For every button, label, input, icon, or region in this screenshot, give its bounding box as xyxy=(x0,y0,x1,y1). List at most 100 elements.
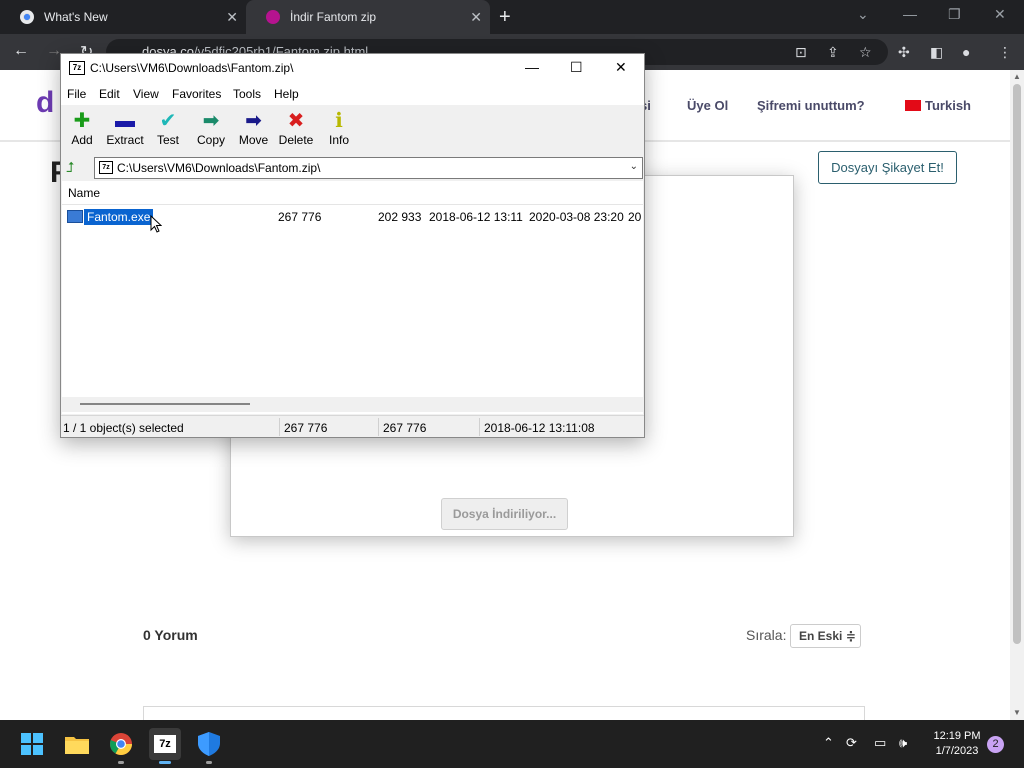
comments-title: 0 Yorum xyxy=(143,627,198,643)
downloading-button[interactable]: Dosya İndiriliyor... xyxy=(441,498,568,530)
scroll-up-icon[interactable]: ▲ xyxy=(1013,72,1021,81)
info-button[interactable]: ℹ Info xyxy=(327,109,351,147)
7zip-statusbar: 1 / 1 object(s) selected 267 776 267 776… xyxy=(61,415,644,437)
7zip-taskbar-button[interactable]: 7z xyxy=(149,728,181,764)
site-logo[interactable]: d xyxy=(36,86,54,120)
back-icon[interactable]: ← xyxy=(13,42,29,60)
tool-label: Add xyxy=(71,133,93,147)
status-total: 267 776 xyxy=(383,421,427,435)
delete-button[interactable]: ✖ Delete xyxy=(278,109,314,147)
test-button[interactable]: ✔ Test xyxy=(155,109,181,147)
tool-label: Delete xyxy=(278,133,314,147)
file-explorer-button[interactable] xyxy=(61,728,93,760)
chevron-down-icon[interactable]: ⌄ xyxy=(630,161,638,172)
menu-view[interactable]: View xyxy=(133,87,159,101)
close-tab-icon[interactable]: ✕ xyxy=(470,9,482,26)
tab-title: What's New xyxy=(44,10,108,24)
sort-select[interactable]: En Eski ≑ xyxy=(790,624,861,648)
info-icon: ℹ xyxy=(335,110,343,132)
minus-icon: ▬ xyxy=(115,110,135,132)
folder-up-icon[interactable]: ⮥ xyxy=(66,159,74,176)
column-name[interactable]: Name xyxy=(68,186,100,200)
nav-register[interactable]: Üye Ol xyxy=(687,98,728,113)
nav-language[interactable]: Turkish xyxy=(905,98,971,113)
7zip-icon: 7z xyxy=(154,735,176,753)
status-size: 267 776 xyxy=(284,421,328,435)
system-clock[interactable]: 12:19 PM 1/7/2023 xyxy=(928,729,986,759)
7zip-window: 7z C:\Users\VM6\Downloads\Fantom.zip\ — … xyxy=(60,53,645,438)
close-tab-icon[interactable]: ✕ xyxy=(226,9,238,26)
profile-icon[interactable]: ● xyxy=(962,44,970,60)
extensions-icon[interactable]: ✣ xyxy=(898,44,910,61)
copy-button[interactable]: ➡ Copy xyxy=(195,109,227,147)
menu-file[interactable]: File xyxy=(67,87,86,101)
share-icon[interactable]: ⇪ xyxy=(827,44,839,61)
site-favicon-icon xyxy=(266,10,280,24)
tab-strip: What's New ✕ İndir Fantom zip ✕ + ⌄ — ❐ … xyxy=(0,0,1024,34)
volume-icon[interactable]: 🕪 xyxy=(899,735,907,751)
copy-arrow-icon: ➡ xyxy=(202,110,220,132)
tab-title: İndir Fantom zip xyxy=(290,10,377,24)
folder-icon xyxy=(65,737,89,754)
mouse-cursor-icon xyxy=(150,215,162,233)
extract-button[interactable]: ▬ Extract xyxy=(106,109,144,147)
tool-label: Copy xyxy=(196,133,225,147)
turkey-flag-icon xyxy=(905,100,921,111)
menu-favorites[interactable]: Favorites xyxy=(172,87,221,101)
file-accessed: 20 xyxy=(628,210,642,224)
chrome-icon xyxy=(20,10,34,24)
column-header: Name xyxy=(62,181,643,205)
bookmark-star-icon[interactable]: ☆ xyxy=(859,44,872,61)
notification-badge[interactable]: 2 xyxy=(987,736,1004,753)
sync-icon[interactable]: ⟳ xyxy=(846,735,857,751)
tab-search-icon[interactable]: ⌄ xyxy=(857,6,869,23)
minimize-icon[interactable]: — xyxy=(903,6,917,22)
start-button[interactable] xyxy=(16,728,48,760)
7zip-menubar: File Edit View Favorites Tools Help xyxy=(61,83,644,105)
tool-label: Move xyxy=(238,133,269,147)
menu-help[interactable]: Help xyxy=(274,87,299,101)
tab-whats-new[interactable]: What's New ✕ xyxy=(0,0,246,34)
7zip-title: C:\Users\VM6\Downloads\Fantom.zip\ xyxy=(90,61,294,75)
translate-icon[interactable]: ⊡ xyxy=(795,44,807,61)
delete-x-icon: ✖ xyxy=(287,110,305,132)
path-input[interactable]: 7z C:\Users\VM6\Downloads\Fantom.zip\ ⌄ xyxy=(94,157,643,179)
nav-forgot-password[interactable]: Şifremi unuttum? xyxy=(757,98,865,113)
language-label: Turkish xyxy=(925,98,971,113)
horizontal-scroll-thumb[interactable] xyxy=(80,403,250,405)
7zip-app-icon: 7z xyxy=(69,61,85,75)
menu-edit[interactable]: Edit xyxy=(99,87,120,101)
7zip-toolbar: ✚ Add ▬ Extract ✔ Test ➡ Copy ➡ Move ✖ D… xyxy=(61,105,644,155)
sort-label: Sırala: xyxy=(746,627,787,643)
move-button[interactable]: ➡ Move xyxy=(237,109,270,147)
scroll-down-icon[interactable]: ▼ xyxy=(1013,708,1021,717)
restore-icon[interactable]: ❐ xyxy=(948,6,961,23)
file-modified: 2018-06-12 13:11 xyxy=(429,210,523,224)
minimize-icon[interactable]: — xyxy=(525,59,539,75)
file-name[interactable]: Fantom.exe xyxy=(84,209,154,225)
comment-input[interactable] xyxy=(143,706,865,720)
maximize-icon[interactable]: ☐ xyxy=(570,59,583,76)
status-date: 2018-06-12 13:11:08 xyxy=(484,421,595,435)
side-panel-icon[interactable]: ◧ xyxy=(930,44,943,61)
report-file-button[interactable]: Dosyayı Şikayet Et! xyxy=(818,151,957,184)
close-window-icon[interactable]: ✕ xyxy=(994,6,1006,23)
tab-indir-fantom[interactable]: İndir Fantom zip ✕ xyxy=(246,0,490,34)
add-button[interactable]: ✚ Add xyxy=(69,109,95,147)
menu-kebab-icon[interactable]: ⋮ xyxy=(998,44,1012,61)
page-scrollbar[interactable]: ▲ ▼ xyxy=(1010,70,1024,720)
tool-label: Test xyxy=(156,133,179,147)
tool-label: Extract xyxy=(106,133,144,147)
check-icon: ✔ xyxy=(159,110,177,132)
close-icon[interactable]: ✕ xyxy=(615,59,627,76)
7zip-titlebar[interactable]: 7z C:\Users\VM6\Downloads\Fantom.zip\ — … xyxy=(61,54,644,83)
new-tab-button[interactable]: + xyxy=(499,6,511,29)
menu-tools[interactable]: Tools xyxy=(233,87,261,101)
move-arrow-icon: ➡ xyxy=(245,110,262,132)
network-icon[interactable]: ▭ xyxy=(874,735,886,751)
show-hidden-icons-icon[interactable]: ⌃ xyxy=(823,735,834,751)
chrome-taskbar-button[interactable] xyxy=(105,728,137,764)
taskbar: 7z ⌃ ⟳ ▭ 🕪 12:19 PM 1/7/2023 xyxy=(0,720,1024,768)
scroll-thumb[interactable] xyxy=(1013,84,1021,644)
defender-button[interactable] xyxy=(193,728,225,764)
